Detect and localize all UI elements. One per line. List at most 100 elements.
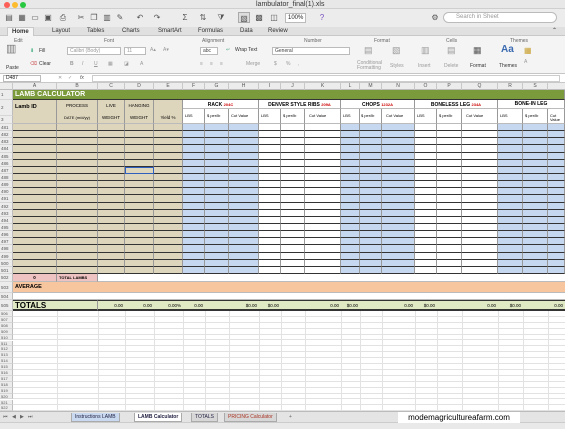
data-cell[interactable] (415, 124, 437, 132)
data-cell[interactable] (498, 145, 523, 153)
data-cell[interactable] (305, 124, 341, 132)
data-cell[interactable] (548, 159, 565, 167)
minimize-window-button[interactable] (12, 2, 18, 8)
data-cell[interactable] (154, 138, 183, 146)
data-cell[interactable] (462, 245, 498, 253)
column-header-p[interactable]: P (437, 83, 462, 90)
row-header[interactable]: 3 (0, 116, 13, 124)
data-cell[interactable] (13, 195, 57, 203)
data-cell[interactable] (13, 159, 57, 167)
data-cell[interactable] (229, 266, 259, 274)
merge-button[interactable]: Merge (246, 61, 260, 68)
data-cell[interactable] (259, 181, 281, 189)
data-cell[interactable] (154, 166, 183, 174)
search-input[interactable]: Search in Sheet (443, 12, 557, 23)
data-cell[interactable] (437, 231, 462, 239)
media-icon[interactable]: ◫ (268, 12, 280, 23)
data-cell[interactable] (415, 259, 437, 267)
data-cell[interactable] (498, 223, 523, 232)
data-cell[interactable] (183, 245, 205, 253)
format-cells-icon[interactable]: ▦ (473, 46, 482, 55)
tab-home[interactable]: Home (7, 27, 34, 36)
data-cell[interactable] (523, 266, 548, 274)
data-cell[interactable] (305, 138, 341, 146)
totals-cell[interactable]: $0.00 (229, 301, 259, 310)
data-cell[interactable] (437, 166, 462, 174)
data-cell[interactable] (548, 181, 565, 189)
data-cell[interactable] (57, 245, 98, 253)
data-cell[interactable] (382, 238, 415, 246)
data-cell[interactable] (305, 152, 341, 160)
data-cell[interactable] (229, 166, 259, 174)
data-cell[interactable] (259, 159, 281, 167)
data-cell[interactable] (360, 138, 382, 146)
data-cell[interactable] (125, 231, 154, 239)
data-cell[interactable] (341, 216, 360, 224)
subheader-cut-value[interactable]: Cut Value (548, 109, 565, 124)
data-cell[interactable] (98, 173, 125, 182)
data-cell[interactable] (462, 131, 498, 139)
data-cell[interactable] (259, 131, 281, 139)
data-cell[interactable] (98, 216, 125, 224)
data-cell[interactable] (57, 209, 98, 217)
data-cell[interactable] (382, 202, 415, 210)
cut-icon[interactable]: ✂ (76, 12, 86, 23)
open-icon[interactable]: ▭ (30, 12, 40, 23)
data-cell[interactable] (437, 138, 462, 146)
data-cell[interactable] (154, 202, 183, 210)
cut-header-bone-in-leg[interactable]: BONE-IN LEG (498, 100, 565, 109)
totals-cell[interactable]: 0.00 (183, 301, 205, 310)
row-header[interactable]: 490 (0, 188, 13, 196)
yield-header[interactable]: Yield % (154, 112, 183, 124)
data-cell[interactable] (259, 124, 281, 132)
data-cell[interactable] (437, 145, 462, 153)
wrap-text-icon[interactable]: ↵ (226, 47, 230, 54)
column-header-k[interactable]: K (305, 83, 341, 90)
data-cell[interactable] (125, 252, 154, 260)
data-cell[interactable] (360, 145, 382, 153)
row-header[interactable]: 499 (0, 252, 13, 260)
data-cell[interactable] (183, 231, 205, 239)
data-cell[interactable] (523, 238, 548, 246)
data-cell[interactable] (13, 124, 57, 132)
data-cell[interactable] (13, 181, 57, 189)
data-cell[interactable] (498, 173, 523, 182)
data-cell[interactable] (281, 181, 305, 189)
tab-data[interactable]: Data (240, 27, 253, 36)
data-cell[interactable] (523, 166, 548, 174)
data-cell[interactable] (305, 202, 341, 210)
data-cell[interactable] (382, 209, 415, 217)
data-cell[interactable] (281, 188, 305, 196)
data-cell[interactable] (125, 216, 154, 224)
data-cell[interactable] (57, 159, 98, 167)
data-cell[interactable] (341, 266, 360, 274)
templates-icon[interactable]: ▦ (17, 12, 27, 23)
row-header[interactable]: 486 (0, 159, 13, 167)
data-cell[interactable] (13, 145, 57, 153)
data-cell[interactable] (125, 202, 154, 210)
data-cell[interactable] (281, 231, 305, 239)
process-date-header[interactable]: DATE (m/d/yy) (57, 112, 98, 124)
data-cell[interactable] (305, 145, 341, 153)
bold-button[interactable]: B (70, 61, 74, 68)
data-cell[interactable] (13, 259, 57, 267)
row-header[interactable]: 503 (0, 282, 13, 293)
tab-layout[interactable]: Layout (52, 27, 70, 36)
styles-icon[interactable]: ▧ (392, 46, 401, 55)
data-cell[interactable] (415, 245, 437, 253)
copy-icon[interactable]: ❐ (89, 12, 99, 23)
data-cell[interactable] (125, 238, 154, 246)
styles-button[interactable]: Styles (390, 63, 404, 70)
data-cell[interactable] (57, 138, 98, 146)
data-cell[interactable] (341, 195, 360, 203)
data-cell[interactable] (259, 259, 281, 267)
data-cell[interactable] (498, 259, 523, 267)
data-cell[interactable] (523, 252, 548, 260)
data-cell[interactable] (259, 166, 281, 174)
row-header[interactable]: 483 (0, 138, 13, 146)
sheet-tab-lamb-calculator[interactable]: LAMB Calculator (134, 413, 183, 422)
row-header[interactable]: 495 (0, 223, 13, 232)
data-cell[interactable] (382, 195, 415, 203)
data-cell[interactable] (548, 259, 565, 267)
data-cell[interactable] (183, 159, 205, 167)
